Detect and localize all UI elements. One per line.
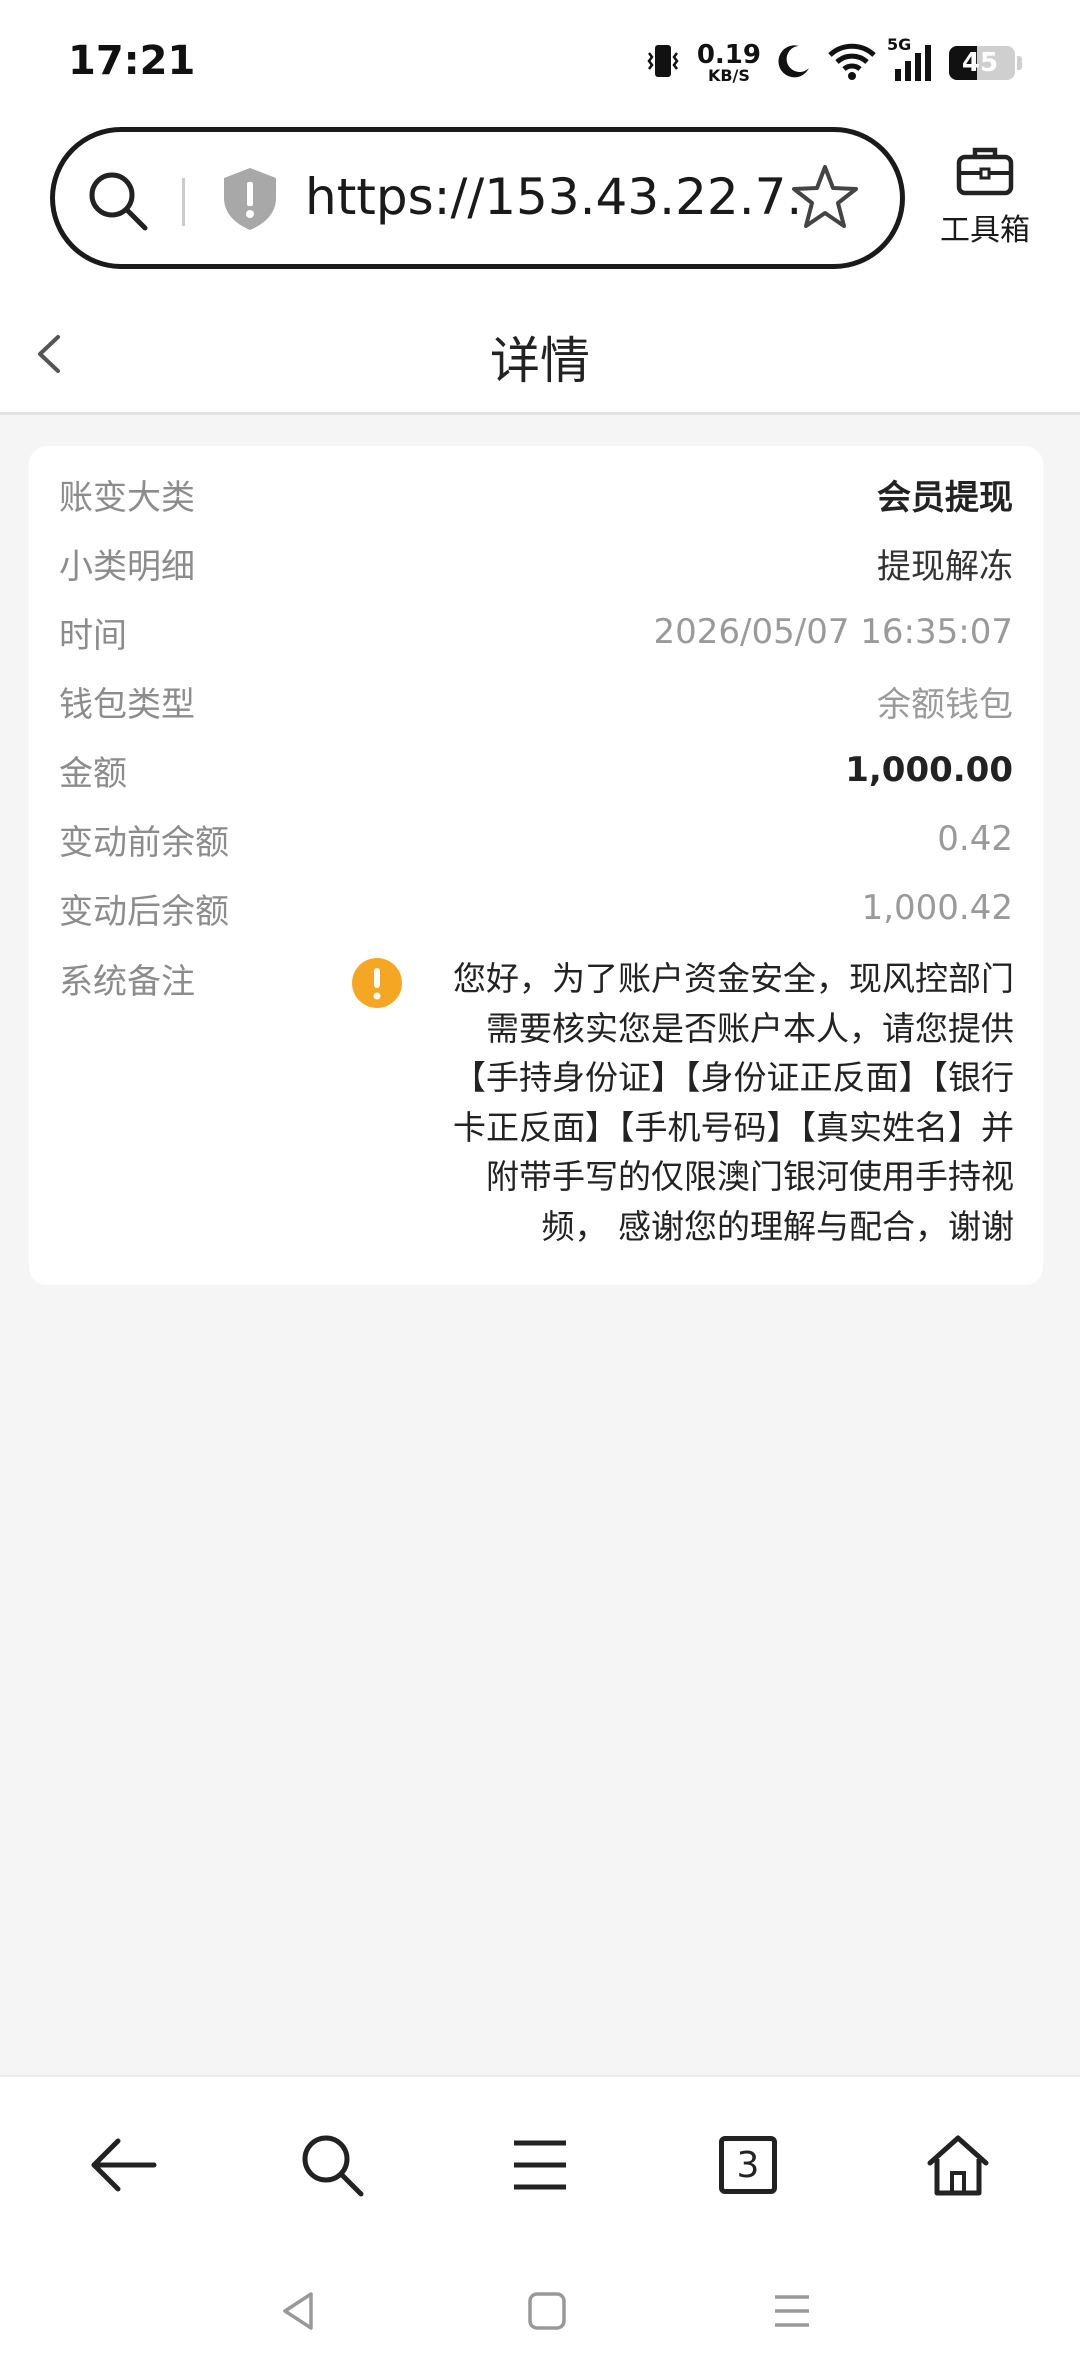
detail-card: 账变大类 会员提现 小类明细 提现解冻 时间 2026/05/07 16:35:… — [29, 446, 1043, 1285]
toolbox-label: 工具箱 — [940, 213, 1030, 248]
row-value: 提现解冻 — [877, 546, 1013, 587]
detail-row-category: 账变大类 会员提现 — [59, 469, 1013, 519]
system-back-icon[interactable] — [275, 2286, 325, 2336]
wifi-icon — [827, 41, 877, 85]
search-icon[interactable] — [85, 168, 151, 238]
row-value: 2026/05/07 16:35:07 — [653, 612, 1013, 652]
row-label: 变动前余额 — [59, 822, 229, 863]
address-bar[interactable]: https://153.43.22.7... — [50, 127, 905, 269]
row-label: 时间 — [59, 615, 127, 656]
signal-icon: 5G — [887, 35, 935, 83]
back-arrow-icon[interactable] — [83, 2125, 163, 2205]
tab-count: 3 — [719, 2136, 777, 2194]
status-time: 17:21 — [68, 38, 196, 84]
row-value: 1,000.00 — [845, 750, 1013, 790]
remark-text: 您好，为了账户资金安全，现风控部门需要核实您是否账户本人，请您提供【手持身份证】… — [453, 959, 1014, 1246]
address-divider — [182, 178, 185, 226]
tabs-button[interactable]: 3 — [708, 2125, 788, 2205]
row-label: 变动后余额 — [59, 891, 229, 932]
moon-icon — [775, 42, 813, 84]
row-label: 金额 — [59, 753, 127, 794]
remark-label: 系统备注 — [59, 962, 195, 1002]
row-value: 余额钱包 — [877, 684, 1013, 725]
page-header: 详情 — [0, 293, 1080, 415]
detail-row-balance-before: 变动前余额 0.42 — [59, 814, 1013, 864]
status-icons: 0.19 KB/S 5G 45 — [643, 35, 1022, 88]
row-value: 0.42 — [937, 819, 1013, 859]
toolbox-button[interactable]: 工具箱 — [930, 145, 1040, 249]
warning-icon — [352, 958, 402, 1008]
detail-row-time: 时间 2026/05/07 16:35:07 — [59, 607, 1013, 657]
battery-icon: 45 — [949, 46, 1015, 80]
home-icon[interactable] — [918, 2125, 998, 2205]
page-title: 详情 — [490, 332, 590, 390]
vibrate-icon — [643, 41, 683, 85]
row-value: 1,000.42 — [861, 888, 1013, 928]
star-icon[interactable] — [790, 162, 860, 236]
system-home-icon[interactable] — [522, 2286, 572, 2336]
system-menu-icon[interactable] — [767, 2286, 817, 2336]
search-icon[interactable] — [292, 2125, 372, 2205]
status-bar: 17:21 0.19 KB/S 5G 45 — [0, 0, 1080, 125]
row-label: 小类明细 — [59, 546, 195, 587]
shield-icon[interactable] — [220, 166, 280, 236]
row-label: 账变大类 — [59, 477, 195, 518]
network-speed: 0.19 KB/S — [696, 40, 761, 85]
row-label: 钱包类型 — [59, 684, 195, 725]
url-text[interactable]: https://153.43.22.7... — [305, 168, 805, 226]
detail-row-amount: 金额 1,000.00 — [59, 745, 1013, 795]
menu-icon[interactable] — [500, 2125, 580, 2205]
system-navigation-bar — [0, 2250, 1080, 2376]
row-value: 会员提现 — [877, 477, 1013, 518]
detail-row-balance-after: 变动后余额 1,000.42 — [59, 883, 1013, 933]
toolbox-icon — [955, 145, 1015, 201]
detail-row-wallet-type: 钱包类型 余额钱包 — [59, 676, 1013, 726]
detail-row-subcategory: 小类明细 提现解冻 — [59, 538, 1013, 588]
battery-cap — [1017, 56, 1022, 70]
bottom-navigation: 3 — [0, 2075, 1080, 2250]
browser-toolbar: https://153.43.22.7... 工具箱 — [0, 125, 1080, 293]
